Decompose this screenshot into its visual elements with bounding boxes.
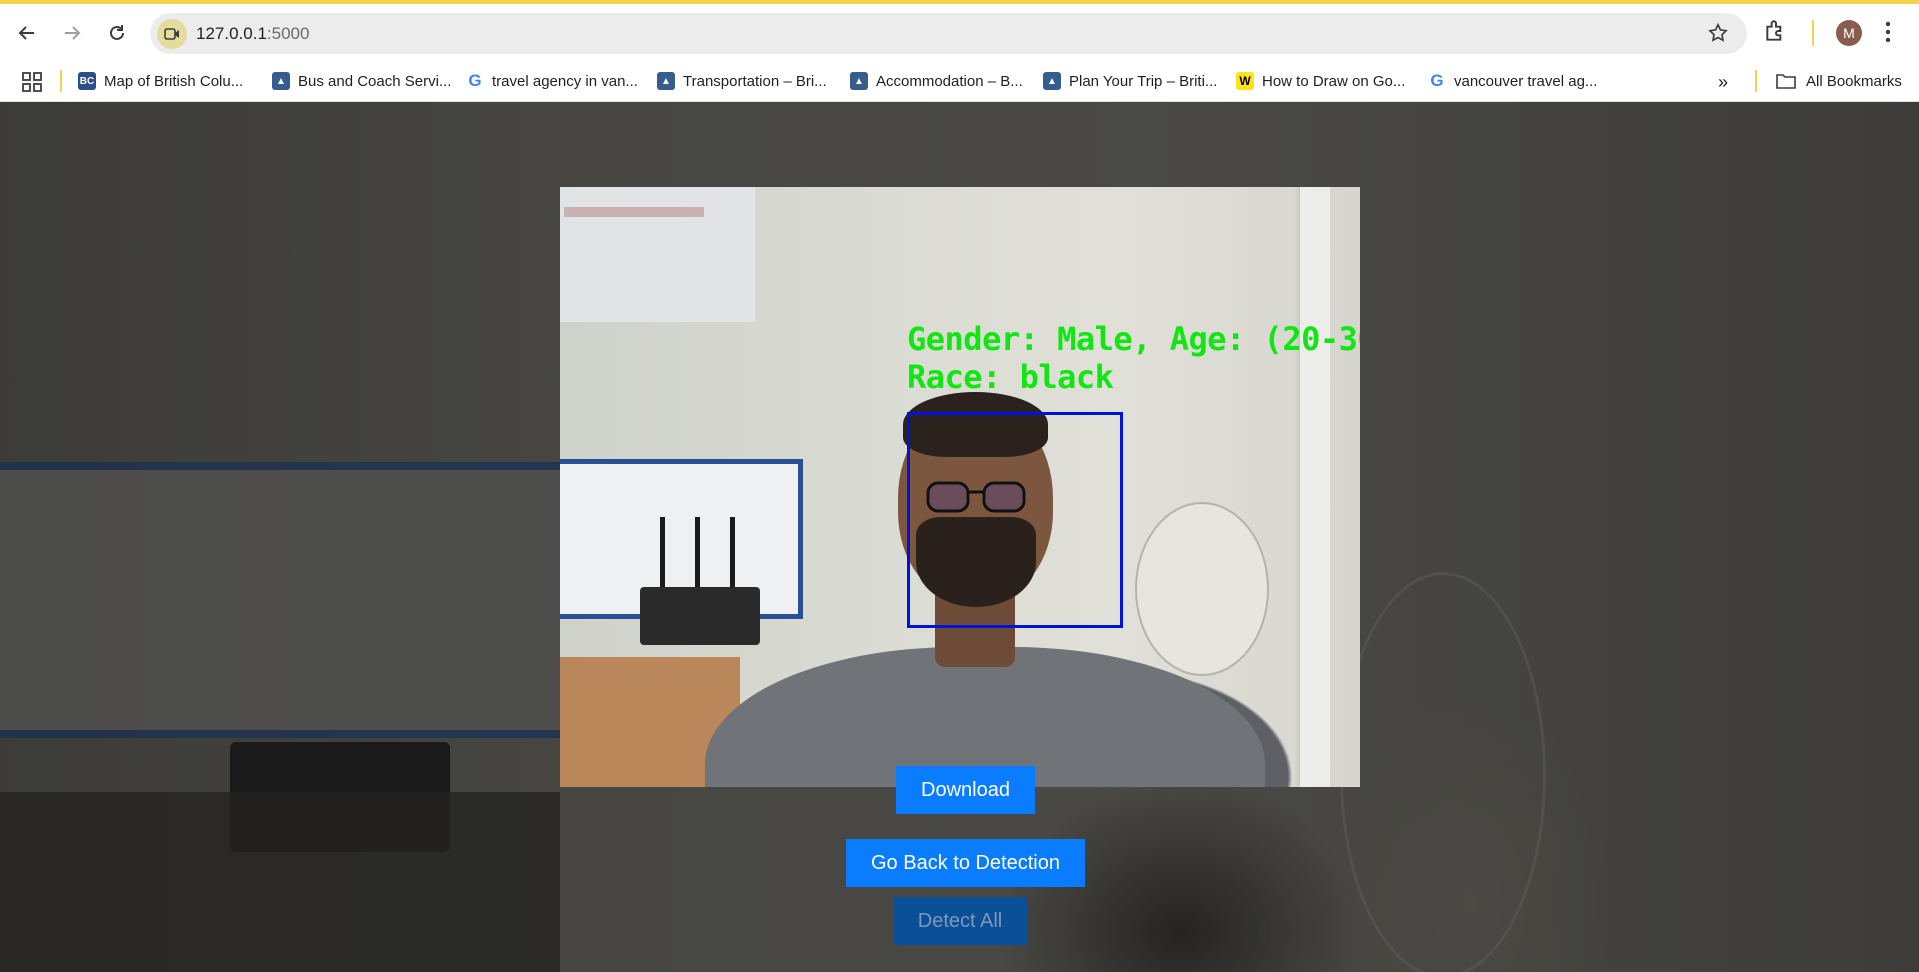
bookmarks-divider	[1755, 70, 1757, 92]
race-label: Race: black	[907, 358, 1114, 396]
bookmark-label: vancouver travel ag...	[1454, 72, 1598, 90]
download-button[interactable]: Download	[896, 766, 1035, 814]
bookmark-travel-agency[interactable]: G travel agency in van...	[466, 68, 638, 94]
profile-avatar[interactable]: M	[1836, 20, 1862, 46]
face-bounding-box	[907, 412, 1123, 628]
bookmark-vancouver-travel[interactable]: G vancouver travel ag...	[1428, 68, 1597, 94]
bookmark-label: Plan Your Trip – Briti...	[1069, 72, 1218, 90]
bc-site-icon: ▲	[272, 72, 290, 90]
browser-toolbar: 127.0.0.1:5000 M	[0, 0, 1919, 60]
bc-site-icon: ▲	[850, 72, 868, 90]
bookmarks-bar: BC Map of British Colu... ▲ Bus and Coac…	[0, 60, 1919, 102]
reload-icon	[110, 25, 124, 40]
star-icon[interactable]	[1707, 22, 1729, 49]
bookmark-accommodation[interactable]: ▲ Accommodation – B...	[850, 68, 1023, 94]
bookmark-label: travel agency in van...	[492, 72, 638, 90]
bc-site-icon: ▲	[657, 72, 675, 90]
arrow-right-icon	[65, 26, 81, 40]
wall-sign	[560, 187, 755, 322]
detection-result-image: Gender: Male, Age: (20-30) Race: black	[560, 187, 1360, 787]
apps-grid-icon[interactable]	[22, 72, 42, 97]
bc-site-icon: ▲	[1043, 72, 1061, 90]
bookmark-label: Accommodation – B...	[876, 72, 1023, 90]
url-text: 127.0.0.1:5000	[196, 24, 310, 43]
arrow-left-icon	[18, 26, 34, 40]
bookmark-label: Map of British Colu...	[104, 72, 244, 90]
back-button[interactable]	[10, 16, 44, 50]
go-back-to-detection-button[interactable]: Go Back to Detection	[846, 839, 1085, 887]
wall-pipe	[1300, 187, 1330, 787]
router	[640, 587, 760, 645]
w-icon: W	[1236, 72, 1254, 90]
extensions-icon[interactable]	[1763, 18, 1789, 49]
bookmark-bus-and-coach[interactable]: ▲ Bus and Coach Servi...	[272, 68, 451, 94]
reload-button[interactable]	[100, 16, 134, 50]
bookmark-label: How to Draw on Go...	[1262, 72, 1406, 90]
bc-icon: BC	[78, 72, 96, 90]
google-icon: G	[468, 71, 482, 90]
camera-site-icon[interactable]	[157, 19, 187, 49]
bookmark-plan-your-trip[interactable]: ▲ Plan Your Trip – Briti...	[1043, 68, 1217, 94]
address-bar[interactable]: 127.0.0.1:5000	[150, 13, 1747, 54]
detect-all-button[interactable]: Detect All	[893, 897, 1027, 945]
forward-button[interactable]	[55, 16, 89, 50]
all-bookmarks-label: All Bookmarks	[1806, 72, 1902, 90]
toolbar-divider	[1812, 20, 1814, 46]
bookmarks-divider	[60, 70, 62, 92]
bookmark-label: Bus and Coach Servi...	[298, 72, 452, 90]
page-content: Gender: Male, Age: (20-30) Race: black D…	[0, 102, 1919, 972]
gender-age-label: Gender: Male, Age: (20-30)	[907, 320, 1360, 358]
bookmark-how-to-draw[interactable]: W How to Draw on Go...	[1236, 68, 1405, 94]
all-bookmarks-button[interactable]: All Bookmarks	[1776, 68, 1902, 94]
bookmark-transportation[interactable]: ▲ Transportation – Bri...	[657, 68, 827, 94]
folder-icon	[1776, 74, 1796, 89]
google-icon: G	[1430, 71, 1444, 90]
kebab-menu-icon[interactable]	[1884, 20, 1892, 49]
desk-fan	[1135, 502, 1269, 676]
bookmark-map-of-british-columbia[interactable]: BC Map of British Colu...	[78, 68, 243, 94]
chevron-double-right-icon[interactable]: »	[1718, 72, 1728, 93]
bookmark-label: Transportation – Bri...	[683, 72, 827, 90]
